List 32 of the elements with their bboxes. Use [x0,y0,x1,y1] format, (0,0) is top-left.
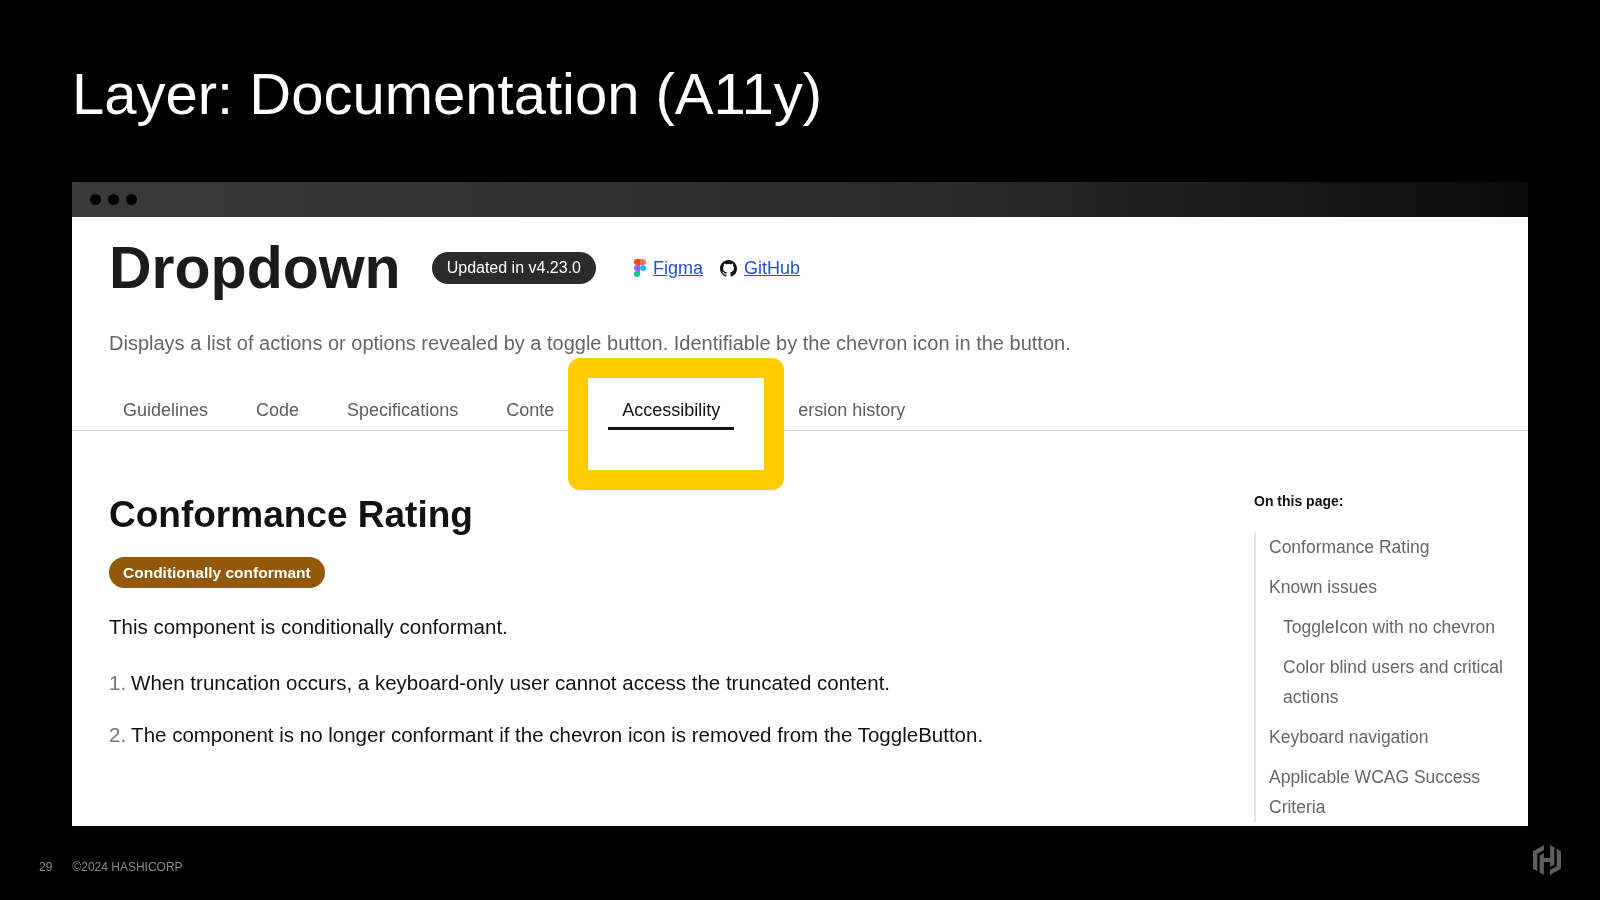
toc-link[interactable]: Applicable WCAG Success Criteria [1269,762,1520,822]
github-icon [720,259,737,277]
external-link[interactable]: GitHub [720,256,801,280]
tab[interactable]: Accessibility [608,384,735,430]
figma-icon [634,259,646,277]
tab[interactable]: Conte [492,384,569,430]
section-heading: Conformance Rating [109,493,473,537]
page-description: Displays a list of actions or options revealed by a toggle button. Identifiable by the chevron icon in the button. [109,331,1071,356]
toc-link[interactable]: Conformance Rating [1269,532,1430,562]
page-title: Dropdown [109,234,401,303]
list-number: 2. [109,722,127,748]
slide-title: Layer: Documentation (A11y) [72,60,823,128]
list-item-text: When truncation occurs, a keyboard-only user cannot access the truncated content. [131,670,891,696]
tab[interactable]: Code [242,384,314,430]
copyright-text: ©2024 HASHICORP [72,859,183,875]
toc-link[interactable]: Keyboard navigation [1269,722,1429,752]
status-badge: Conditionally conformant [109,557,325,588]
tab[interactable]: Specifications [333,384,473,430]
tab[interactable]: ersion history [784,384,920,430]
tab[interactable]: Guidelines [109,384,223,430]
intro-text: This component is conditionally conformant. [109,614,508,640]
page-number: 29 [39,859,53,875]
external-link[interactable]: Figma [634,256,703,280]
toc-link[interactable]: Color blind users and critical actions [1283,652,1520,712]
toc-title: On this page: [1254,492,1344,511]
hexagon-logo-icon [1533,845,1561,875]
list-item-text: The component is no longer conformant if the chevron icon is removed from the ToggleButton. [131,722,984,748]
window-controls-icon [90,194,137,205]
toc-link[interactable]: Known issues [1269,572,1377,602]
version-badge: Updated in v4.23.0 [431,252,596,284]
toc-link[interactable]: ToggleIcon with no chevron [1283,612,1496,642]
list-number: 1. [109,670,127,696]
